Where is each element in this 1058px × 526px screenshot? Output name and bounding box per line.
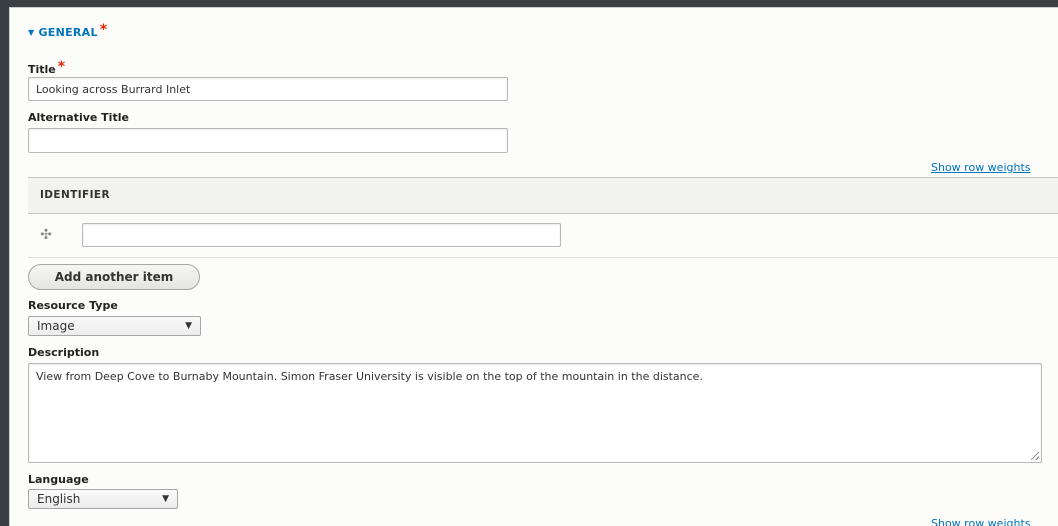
title-label: Title * xyxy=(28,59,65,76)
language-label: Language xyxy=(28,473,89,486)
language-select[interactable]: English ▼ xyxy=(28,489,178,509)
alternative-title-label: Alternative Title xyxy=(28,111,129,124)
resize-grip-icon[interactable] xyxy=(1031,452,1039,460)
add-another-item-button[interactable]: Add another item xyxy=(28,264,200,290)
identifier-header-label: IDENTIFIER xyxy=(40,189,110,201)
general-section-toggle[interactable]: ▼ GENERAL * xyxy=(28,22,107,39)
alternative-title-input[interactable] xyxy=(28,128,508,153)
identifier-input[interactable] xyxy=(82,223,561,247)
show-row-weights-link[interactable]: Show row weights xyxy=(931,161,1031,174)
identifier-table-header: IDENTIFIER xyxy=(28,177,1058,214)
resource-type-selected: Image xyxy=(37,319,75,333)
chevron-down-icon: ▼ xyxy=(162,494,169,504)
form-panel: ▼ GENERAL * Title * Looking across Burrard … xyxy=(9,7,1058,526)
section-label: GENERAL xyxy=(38,26,98,39)
title-label-text: Title xyxy=(28,63,56,76)
title-input[interactable]: Looking across Burrard Inlet xyxy=(28,77,508,101)
title-input-value: Looking across Burrard Inlet xyxy=(36,82,191,96)
table-row: ✣ xyxy=(28,213,1058,258)
description-value: View from Deep Cove to Burnaby Mountain.… xyxy=(36,370,703,383)
drag-handle-icon[interactable]: ✣ xyxy=(38,227,54,243)
required-marker: * xyxy=(99,22,108,38)
triangle-down-icon: ▼ xyxy=(28,28,35,37)
title-required-marker: * xyxy=(57,59,66,75)
resource-type-select[interactable]: Image ▼ xyxy=(28,316,201,336)
description-textarea[interactable]: View from Deep Cove to Burnaby Mountain.… xyxy=(28,363,1042,463)
resource-type-label: Resource Type xyxy=(28,299,118,312)
language-selected: English xyxy=(37,492,81,506)
chevron-down-icon: ▼ xyxy=(185,321,192,331)
description-label: Description xyxy=(28,346,100,359)
